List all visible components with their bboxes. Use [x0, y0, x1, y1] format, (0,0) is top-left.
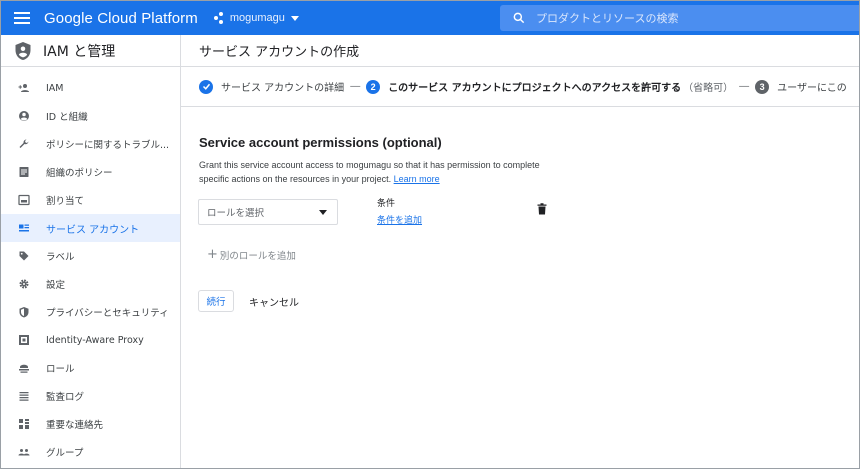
roles-icon	[18, 362, 30, 374]
iap-icon	[18, 334, 30, 346]
sidebar-item-label: プライバシーとセキュリティ	[46, 308, 169, 319]
description-text: Grant this service account access to mog…	[199, 160, 540, 184]
sidebar-item-label: 監査ログ	[46, 392, 85, 403]
section-description: Grant this service account access to mog…	[199, 158, 559, 186]
step-number: 2	[366, 79, 381, 94]
sidebar-item-roles[interactable]: ロール	[1, 354, 180, 382]
sidebar-item-identity-aware-proxy[interactable]: Identity-Aware Proxy	[1, 326, 180, 354]
sidebar-item-privacy-security[interactable]: プライバシーとセキュリティ	[1, 298, 180, 326]
dropdown-arrow-icon	[319, 210, 327, 215]
learn-more-link[interactable]: Learn more	[394, 174, 440, 184]
account-circle-icon	[18, 110, 30, 122]
sidebar-item-label: グループ	[46, 448, 84, 459]
project-name: mogumagu	[229, 12, 285, 24]
step-label: このサービス アカウントにプロジェクトへのアクセスを許可する	[388, 83, 682, 94]
iam-shield-icon	[15, 41, 31, 60]
sidebar-title: IAM と管理	[43, 43, 116, 60]
wrench-icon	[18, 138, 30, 150]
step-2[interactable]: 2 このサービス アカウントにプロジェクトへのアクセスを許可する （省略可）	[366, 79, 733, 94]
service-account-icon	[18, 222, 30, 234]
audit-log-icon	[18, 390, 30, 402]
hamburger-menu-icon[interactable]	[11, 7, 33, 29]
sidebar-item-label: ポリシーに関するトラブル...	[46, 140, 170, 151]
step-label: ユーザーにこの	[777, 83, 847, 94]
sidebar-item-settings[interactable]: 設定	[1, 270, 180, 298]
sidebar-item-org-policies[interactable]: 組織のポリシー	[1, 158, 180, 186]
project-selector[interactable]: mogumagu	[213, 12, 299, 24]
sidebar-item-label: 組織のポリシー	[46, 168, 113, 179]
search-input[interactable]	[536, 11, 836, 25]
sidebar-item-essential-contacts[interactable]: 重要な連絡先	[1, 410, 180, 438]
stepper: サービス アカウントの詳細 — 2 このサービス アカウントにプロジェクトへのア…	[181, 67, 859, 107]
document-list-icon	[18, 166, 30, 178]
sidebar-item-label: Identity-Aware Proxy	[46, 334, 144, 346]
main-content: サービス アカウントの作成 サービス アカウントの詳細 — 2 このサービス ア…	[181, 35, 859, 468]
continue-button[interactable]: 続行	[198, 290, 234, 312]
step-number: 3	[755, 79, 770, 94]
search-icon	[513, 12, 525, 24]
sidebar-item-label: 割り当て	[46, 196, 85, 207]
sidebar-item-groups[interactable]: グループ	[1, 438, 180, 466]
add-role-label: 別のロールを追加	[219, 250, 296, 262]
project-dots-icon	[213, 12, 226, 24]
sidebar-item-labels[interactable]: ラベル	[1, 242, 180, 270]
condition-title: 条件	[377, 199, 396, 209]
sidebar-item-policy-troubleshooter[interactable]: ポリシーに関するトラブル...	[1, 130, 180, 158]
sidebar-nav: IAM ID と組織 ポリシーに関するトラブル... 組織のポリシー 割り当て …	[1, 67, 180, 466]
sidebar-item-iam[interactable]: IAM	[1, 74, 180, 102]
top-app-bar: Google Cloud Platform mogumagu	[1, 1, 859, 35]
step-optional: （省略可）	[683, 83, 734, 94]
sidebar-item-label: ID と組織	[46, 112, 88, 123]
sidebar-item-audit-logs[interactable]: 監査ログ	[1, 382, 180, 410]
label-tag-icon	[18, 250, 30, 262]
step-label: サービス アカウントの詳細	[221, 83, 345, 94]
sidebar: IAM と管理 IAM ID と組織 ポリシーに関するトラブル... 組織のポリ…	[1, 35, 181, 468]
sidebar-item-label: 重要な連絡先	[46, 420, 104, 431]
sidebar-item-label: ラベル	[46, 252, 75, 263]
sidebar-item-label: サービス アカウント	[46, 224, 140, 236]
groups-icon	[18, 446, 30, 458]
chevron-down-icon	[290, 15, 299, 21]
role-select[interactable]: ロールを選択	[198, 199, 338, 225]
step-separator: —	[350, 81, 361, 92]
role-select-placeholder: ロールを選択	[207, 208, 265, 219]
check-circle-icon	[199, 79, 213, 94]
search-bar[interactable]	[500, 5, 859, 31]
permissions-section: Service account permissions (optional) G…	[199, 135, 559, 186]
cancel-button[interactable]: キャンセル	[249, 290, 299, 312]
section-title: Service account permissions (optional)	[199, 135, 442, 150]
step-separator: —	[739, 81, 750, 92]
add-another-role-button[interactable]: + 別のロールを追加	[207, 247, 296, 262]
contacts-icon	[18, 418, 30, 430]
plus-icon: +	[207, 247, 218, 262]
page-header: サービス アカウントの作成	[181, 35, 859, 67]
sidebar-item-identity-org[interactable]: ID と組織	[1, 102, 180, 130]
step-3[interactable]: 3 ユーザーにこの	[755, 79, 847, 94]
sidebar-item-service-accounts[interactable]: サービス アカウント	[1, 214, 180, 242]
privacy-shield-icon	[18, 306, 30, 318]
person-add-icon	[18, 82, 30, 94]
gear-icon	[18, 278, 30, 290]
sidebar-item-quotas[interactable]: 割り当て	[1, 186, 180, 214]
sidebar-item-label: 設定	[46, 280, 66, 291]
brand-title[interactable]: Google Cloud Platform	[44, 10, 198, 27]
window: Google Cloud Platform mogumagu IAM と管理	[0, 0, 860, 469]
quota-icon	[18, 194, 30, 206]
sidebar-item-label: ロール	[46, 364, 75, 375]
step-1[interactable]: サービス アカウントの詳細	[199, 79, 344, 94]
sidebar-header: IAM と管理	[1, 35, 180, 67]
page-title: サービス アカウントの作成	[199, 45, 360, 60]
condition-group: 条件 条件を追加	[377, 196, 422, 226]
add-condition-link[interactable]: 条件を追加	[377, 213, 422, 226]
sidebar-item-label: IAM	[46, 82, 64, 94]
trash-icon[interactable]	[537, 203, 547, 215]
